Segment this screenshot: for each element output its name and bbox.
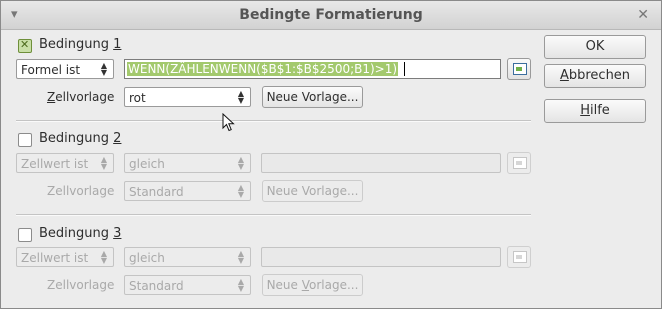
window-title: Bedingte Formatierung	[239, 7, 423, 23]
spin-arrows-icon: ▲ ▼	[100, 249, 108, 265]
spin-arrows-icon: ▲ ▼	[237, 155, 245, 171]
condition-1-shrink-button[interactable]	[507, 58, 531, 80]
condition-3-label: Bedingung 3	[39, 226, 122, 241]
ok-button[interactable]: OK	[544, 35, 646, 59]
condition-3-style-label: Zellvorlage	[47, 278, 115, 292]
condition-1-formula-input[interactable]: WENN(ZÄHLENWENN($B$1:$B$2500;B1)>1)	[124, 59, 501, 79]
help-button[interactable]: Hilfe	[544, 99, 646, 123]
condition-3-new-style-button[interactable]: Neue Vorlage...	[262, 274, 363, 296]
condition-3-value-input[interactable]	[261, 247, 501, 267]
cancel-button[interactable]: Abbrechen	[544, 64, 646, 88]
condition-1-checkbox[interactable]	[18, 38, 32, 53]
condition-2-style-select[interactable]: Standard ▲ ▼	[124, 181, 251, 201]
condition-3-style-select[interactable]: Standard ▲ ▼	[124, 275, 251, 295]
spin-arrows-icon: ▲ ▼	[237, 249, 245, 265]
mouse-pointer-icon	[222, 113, 235, 132]
condition-1-new-style-button[interactable]: Neue Vorlage...	[262, 86, 363, 108]
condition-2-new-style-button[interactable]: Neue Vorlage...	[262, 180, 363, 202]
condition-3-operator-select[interactable]: gleich ▲ ▼	[124, 247, 251, 267]
dialog-window: ▾ Bedingte Formatierung ✕ Bedingung 1 Fo…	[0, 0, 662, 309]
spin-arrows-icon: ▲ ▼	[100, 155, 108, 171]
condition-2-operator-select[interactable]: gleich ▲ ▼	[124, 153, 251, 173]
condition-3-type-select[interactable]: Zellwert ist ▲ ▼	[16, 247, 114, 267]
text-caret	[404, 62, 405, 76]
condition-2-value-input[interactable]	[261, 153, 501, 173]
shrink-select-icon	[513, 63, 527, 75]
shrink-select-icon	[513, 157, 527, 169]
condition-2-type-select[interactable]: Zellwert ist ▲ ▼	[16, 153, 114, 173]
spin-arrows-icon: ▲ ▼	[100, 61, 108, 77]
shrink-select-icon	[513, 251, 527, 263]
condition-2-style-label: Zellvorlage	[47, 184, 115, 198]
condition-2-label: Bedingung 2	[39, 131, 122, 146]
condition-1-style-select[interactable]: rot ▲ ▼	[124, 87, 251, 107]
condition-3-checkbox[interactable]	[18, 228, 32, 242]
close-icon[interactable]: ✕	[637, 7, 649, 23]
condition-1-label: Bedingung 1	[39, 37, 122, 52]
spin-arrows-icon: ▲ ▼	[237, 277, 245, 293]
separator	[16, 120, 531, 122]
condition-2-checkbox[interactable]	[18, 133, 32, 147]
formula-selection: WENN(ZÄHLENWENN($B$1:$B$2500;B1)>1)	[127, 62, 399, 76]
condition-1-type-select[interactable]: Formel ist ▲ ▼	[16, 59, 114, 79]
spin-arrows-icon: ▲ ▼	[237, 183, 245, 199]
condition-3-shrink-button[interactable]	[507, 246, 531, 268]
separator	[16, 214, 531, 216]
condition-2-shrink-button[interactable]	[507, 152, 531, 174]
title-bar: ▾ Bedingte Formatierung ✕	[1, 1, 661, 30]
condition-1-style-label: Zellvorlage	[47, 90, 115, 104]
spin-arrows-icon: ▲ ▼	[237, 89, 245, 105]
